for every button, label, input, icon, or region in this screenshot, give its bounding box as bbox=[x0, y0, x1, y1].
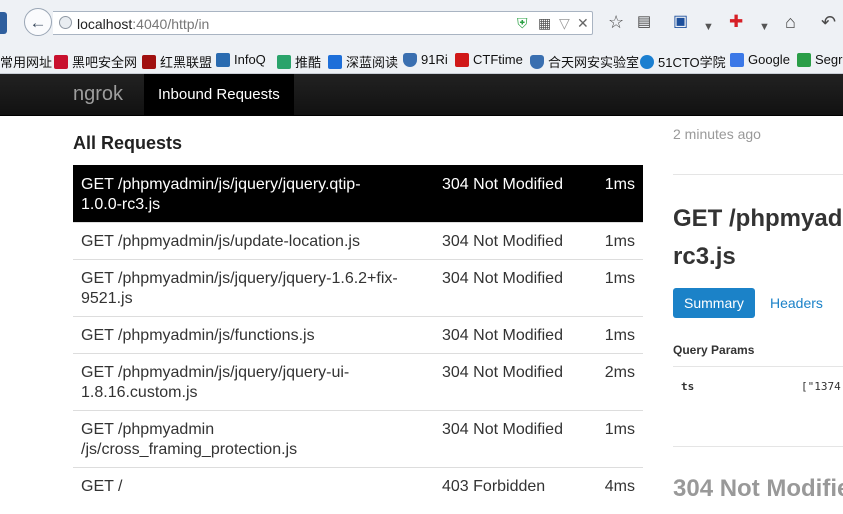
bookmark-item[interactable]: Google bbox=[730, 52, 790, 67]
tuicool-logo-icon bbox=[277, 54, 291, 69]
request-duration: 4ms bbox=[604, 478, 635, 495]
addon-dropdown-icon[interactable]: ▼ bbox=[759, 17, 770, 37]
save-dropdown-icon[interactable]: ▼ bbox=[703, 17, 714, 37]
browser-toolbar: ← localhost:4040/http/in ⛨ ▦ ▽ ✕ ☆ ▤ ▣ ▼… bbox=[0, 0, 843, 46]
segmentfault-logo-icon bbox=[797, 52, 811, 67]
back-button[interactable]: ← bbox=[24, 8, 52, 36]
bookmark-item[interactable]: CTFtime bbox=[455, 52, 523, 67]
tab-summary[interactable]: Summary bbox=[673, 288, 755, 318]
detail-title-line: rc3.js bbox=[673, 243, 736, 270]
bookmark-flag-icon bbox=[328, 54, 342, 69]
request-duration: 1ms bbox=[604, 421, 635, 438]
brand-logo[interactable]: ngrok bbox=[73, 83, 123, 106]
bookmark-item[interactable]: 合天网安实验室 bbox=[530, 52, 639, 71]
divider bbox=[673, 174, 843, 175]
bookmark-item[interactable]: 黑吧安全网 bbox=[54, 52, 137, 71]
save-page-icon[interactable]: ▣ bbox=[673, 12, 688, 32]
tab-headers[interactable]: Headers bbox=[770, 288, 823, 318]
request-path: GET /phpmyadmin/js/jquery/jquery.qtip-1.… bbox=[81, 176, 361, 213]
request-row[interactable]: GET /phpmyadmin/js/jquery/jquery.qtip-1.… bbox=[73, 165, 643, 222]
request-duration: 1ms bbox=[604, 327, 635, 344]
detail-title-line: GET /phpmyad bbox=[673, 205, 843, 232]
request-duration: 2ms bbox=[604, 364, 635, 381]
request-row[interactable]: GET /phpmyadmin /js/cross_framing_protec… bbox=[73, 410, 643, 467]
query-param-key: ts bbox=[681, 380, 695, 393]
nav-tab-inbound-requests[interactable]: Inbound Requests bbox=[144, 74, 294, 115]
request-detail-title: GET /phpmyad rc3.js bbox=[673, 200, 843, 276]
request-row[interactable]: GET /phpmyadmin/js/jquery/jquery-1.6.2+f… bbox=[73, 259, 643, 316]
addon-red-cross-icon[interactable]: ✚ bbox=[729, 12, 743, 32]
redblack-logo-icon bbox=[142, 54, 156, 69]
request-status: 304 Not Modified bbox=[442, 364, 563, 381]
query-param-value: ["1374 bbox=[801, 380, 841, 393]
request-path: GET /phpmyadmin/js/functions.js bbox=[81, 327, 315, 344]
query-params-title: Query Params bbox=[673, 343, 755, 357]
divider bbox=[673, 366, 843, 367]
request-path: GET / bbox=[81, 478, 123, 495]
request-duration: 1ms bbox=[604, 270, 635, 287]
site-info-icon[interactable] bbox=[59, 16, 72, 29]
request-status: 304 Not Modified bbox=[442, 327, 563, 344]
request-path: GET /phpmyadmin/js/jquery/jquery-1.6.2+f… bbox=[81, 270, 398, 307]
undo-icon[interactable]: ↶ bbox=[821, 12, 836, 32]
clear-url-icon[interactable]: ✕ bbox=[577, 15, 589, 31]
qr-code-icon[interactable]: ▦ bbox=[538, 15, 551, 31]
reading-list-icon[interactable]: ▤ bbox=[637, 12, 651, 32]
request-row[interactable]: GET /phpmyadmin/js/functions.js 304 Not … bbox=[73, 316, 643, 353]
url-dropdown-icon[interactable]: ▽ bbox=[559, 15, 570, 31]
bookmark-item[interactable]: 红黑联盟 bbox=[142, 52, 212, 71]
request-status: 304 Not Modified bbox=[442, 270, 563, 287]
response-status-title: 304 Not Modifie bbox=[673, 475, 843, 502]
request-status: 403 Forbidden bbox=[442, 478, 546, 495]
request-status: 304 Not Modified bbox=[442, 176, 563, 193]
bookmark-item[interactable]: 51CTO学院 bbox=[640, 52, 726, 71]
security-shield-icon[interactable]: ⛨ bbox=[517, 15, 528, 31]
bookmarks-bar: 常用网址 黑吧安全网 红黑联盟 InfoQ 推酷 深蓝阅读 91Ri CTFti… bbox=[0, 46, 843, 74]
back-arrow-icon: ← bbox=[29, 12, 47, 32]
url-text: localhost:4040/http/in bbox=[77, 16, 210, 32]
request-status: 304 Not Modified bbox=[442, 233, 563, 250]
section-title: All Requests bbox=[73, 133, 183, 153]
bookmark-item[interactable]: 深蓝阅读 bbox=[328, 52, 398, 71]
browser-app-icon bbox=[0, 12, 7, 34]
infoq-logo-icon bbox=[216, 52, 230, 67]
request-path: GET /phpmyadmin/js/update-location.js bbox=[81, 233, 360, 250]
home-icon[interactable]: ⌂ bbox=[785, 12, 796, 32]
favorite-star-icon[interactable]: ☆ bbox=[608, 12, 624, 32]
play-circle-icon bbox=[640, 54, 654, 69]
request-row[interactable]: GET /phpmyadmin/js/update-location.js 30… bbox=[73, 222, 643, 259]
top-navbar: ngrok Inbound Requests bbox=[0, 74, 843, 116]
bookmark-item[interactable]: 常用网址 bbox=[0, 52, 52, 71]
google-logo-icon bbox=[730, 52, 744, 67]
ctftime-logo-icon bbox=[455, 52, 469, 67]
request-row[interactable]: GET /phpmyadmin/js/jquery/jquery-ui-1.8.… bbox=[73, 353, 643, 410]
shield-icon bbox=[530, 54, 544, 69]
divider bbox=[673, 446, 843, 447]
request-row[interactable]: GET / 403 Forbidden 4ms bbox=[73, 467, 643, 507]
request-path: GET /phpmyadmin /js/cross_framing_protec… bbox=[81, 421, 298, 458]
request-status: 304 Not Modified bbox=[442, 421, 563, 438]
bookmark-item[interactable]: 推酷 bbox=[277, 52, 321, 71]
bookmark-item[interactable]: 91Ri bbox=[403, 52, 448, 67]
bookmark-item[interactable]: InfoQ bbox=[216, 52, 266, 67]
shield-icon bbox=[403, 52, 417, 67]
request-duration: 1ms bbox=[604, 176, 635, 193]
request-duration: 1ms bbox=[604, 233, 635, 250]
request-time-ago: 2 minutes ago bbox=[673, 126, 761, 142]
bookmark-item[interactable]: Segr bbox=[797, 52, 842, 67]
requests-table: GET /phpmyadmin/js/jquery/jquery.qtip-1.… bbox=[73, 165, 643, 507]
address-bar[interactable]: localhost:4040/http/in ⛨ ▦ ▽ ✕ bbox=[53, 11, 593, 35]
request-path: GET /phpmyadmin/js/jquery/jquery-ui-1.8.… bbox=[81, 364, 350, 401]
hackbar-logo-icon bbox=[54, 54, 68, 69]
